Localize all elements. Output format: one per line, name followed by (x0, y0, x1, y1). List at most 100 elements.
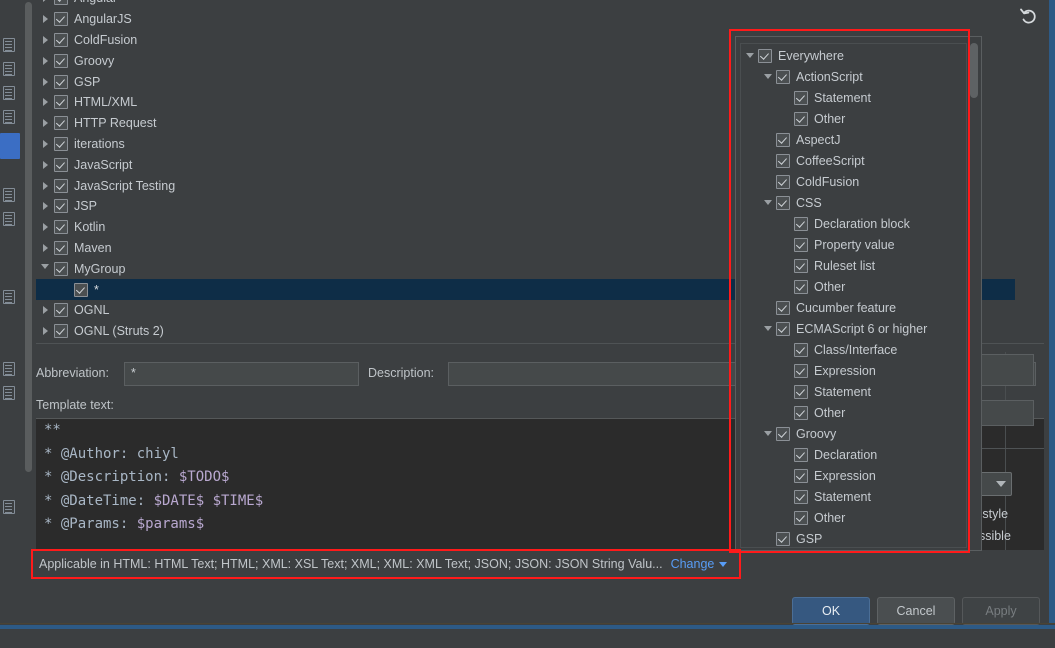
checkbox[interactable] (794, 447, 808, 462)
chevron-right-icon[interactable] (36, 15, 54, 24)
checkbox[interactable] (776, 321, 790, 336)
undo-arrow-icon[interactable] (1018, 5, 1040, 27)
popup-tree-row[interactable]: Other (742, 402, 965, 423)
chevron-down-icon[interactable] (742, 53, 758, 58)
checkbox[interactable] (54, 32, 68, 47)
popup-tree-row[interactable]: Other (742, 507, 965, 528)
tree-row[interactable]: Angular (36, 0, 1015, 9)
checkbox[interactable] (794, 489, 808, 504)
chevron-down-icon[interactable] (760, 326, 776, 331)
checkbox[interactable] (54, 53, 68, 68)
change-contexts-link[interactable]: Change (671, 557, 715, 571)
applicable-contexts-tree[interactable]: Everywhere ActionScript Statement Other Aspe… (742, 45, 965, 549)
scrollbar-thumb[interactable] (25, 2, 32, 472)
checkbox[interactable] (794, 384, 808, 399)
checkbox[interactable] (794, 342, 808, 357)
chevron-down-icon[interactable] (36, 264, 54, 273)
checkbox[interactable] (54, 12, 68, 27)
chevron-right-icon[interactable] (36, 202, 54, 211)
popup-tree-row[interactable]: Statement (742, 381, 965, 402)
popup-tree-row[interactable]: Statement (742, 486, 965, 507)
checkbox[interactable] (54, 261, 68, 276)
tree-row[interactable]: AngularJS (36, 9, 1015, 30)
popup-tree-row[interactable]: CoffeeScript (742, 150, 965, 171)
abbreviation-input[interactable]: * (124, 362, 359, 386)
chevron-right-icon[interactable] (36, 35, 54, 44)
chevron-right-icon[interactable] (36, 327, 54, 336)
chevron-right-icon[interactable] (36, 98, 54, 107)
popup-tree-row[interactable]: Ruleset list (742, 255, 965, 276)
chevron-right-icon[interactable] (36, 56, 54, 65)
chevron-down-icon[interactable] (760, 74, 776, 79)
chevron-right-icon[interactable] (36, 119, 54, 128)
chevron-right-icon[interactable] (36, 243, 54, 252)
apply-button[interactable]: Apply (962, 597, 1040, 625)
chevron-down-icon[interactable] (760, 200, 776, 205)
popup-scrollbar-thumb[interactable] (970, 43, 978, 98)
popup-tree-row[interactable]: GSP (742, 528, 965, 549)
checkbox[interactable] (794, 258, 808, 273)
cancel-button[interactable]: Cancel (877, 597, 955, 625)
chevron-right-icon[interactable] (36, 181, 54, 190)
checkbox[interactable] (54, 178, 68, 193)
chevron-right-icon[interactable] (36, 160, 54, 169)
popup-tree-row[interactable]: Everywhere (742, 45, 965, 66)
checkbox[interactable] (54, 0, 68, 6)
checkbox[interactable] (758, 48, 772, 63)
popup-tree-row[interactable]: AspectJ (742, 129, 965, 150)
popup-tree-row[interactable]: ColdFusion (742, 171, 965, 192)
checkbox[interactable] (54, 74, 68, 89)
checkbox[interactable] (54, 199, 68, 214)
popup-tree-row[interactable]: Other (742, 276, 965, 297)
checkbox[interactable] (794, 510, 808, 525)
checkbox[interactable] (776, 531, 790, 546)
popup-tree-row[interactable]: Declaration (742, 444, 965, 465)
popup-tree-row[interactable]: Class/Interface (742, 339, 965, 360)
chevron-down-icon[interactable] (760, 431, 776, 436)
popup-tree-row[interactable]: Other (742, 108, 965, 129)
tree-row-label: * (94, 282, 99, 297)
popup-tree-row[interactable]: ECMAScript 6 or higher (742, 318, 965, 339)
popup-tree-row[interactable]: Property value (742, 234, 965, 255)
chevron-right-icon[interactable] (36, 139, 54, 148)
popup-tree-row[interactable]: CSS (742, 192, 965, 213)
checkbox[interactable] (54, 157, 68, 172)
checkbox[interactable] (74, 282, 88, 297)
checkbox[interactable] (54, 240, 68, 255)
chevron-right-icon[interactable] (36, 223, 54, 232)
chevron-right-icon[interactable] (36, 0, 54, 3)
checkbox[interactable] (54, 324, 68, 339)
chevron-down-icon[interactable] (719, 561, 728, 567)
checkbox[interactable] (54, 116, 68, 131)
checkbox[interactable] (776, 426, 790, 441)
checkbox[interactable] (794, 216, 808, 231)
checkbox[interactable] (776, 69, 790, 84)
checkbox[interactable] (54, 303, 68, 318)
checkbox[interactable] (794, 90, 808, 105)
checkbox[interactable] (794, 405, 808, 420)
popup-tree-row[interactable]: Expression (742, 465, 965, 486)
checkbox[interactable] (776, 195, 790, 210)
popup-tree-row[interactable]: Expression (742, 360, 965, 381)
checkbox[interactable] (794, 111, 808, 126)
checkbox[interactable] (776, 300, 790, 315)
checkbox[interactable] (54, 95, 68, 110)
checkbox[interactable] (776, 132, 790, 147)
applicable-contexts-popup[interactable]: Everywhere ActionScript Statement Other Aspe… (735, 36, 982, 551)
popup-tree-row[interactable]: Groovy (742, 423, 965, 444)
checkbox[interactable] (794, 237, 808, 252)
ok-button[interactable]: OK (792, 597, 870, 625)
checkbox[interactable] (776, 153, 790, 168)
checkbox[interactable] (794, 468, 808, 483)
popup-tree-row[interactable]: Declaration block (742, 213, 965, 234)
chevron-right-icon[interactable] (36, 77, 54, 86)
popup-tree-row[interactable]: ActionScript (742, 66, 965, 87)
checkbox[interactable] (54, 136, 68, 151)
popup-tree-row[interactable]: Statement (742, 87, 965, 108)
checkbox[interactable] (794, 363, 808, 378)
checkbox[interactable] (794, 279, 808, 294)
chevron-right-icon[interactable] (36, 306, 54, 315)
checkbox[interactable] (54, 220, 68, 235)
checkbox[interactable] (776, 174, 790, 189)
popup-tree-row[interactable]: Cucumber feature (742, 297, 965, 318)
